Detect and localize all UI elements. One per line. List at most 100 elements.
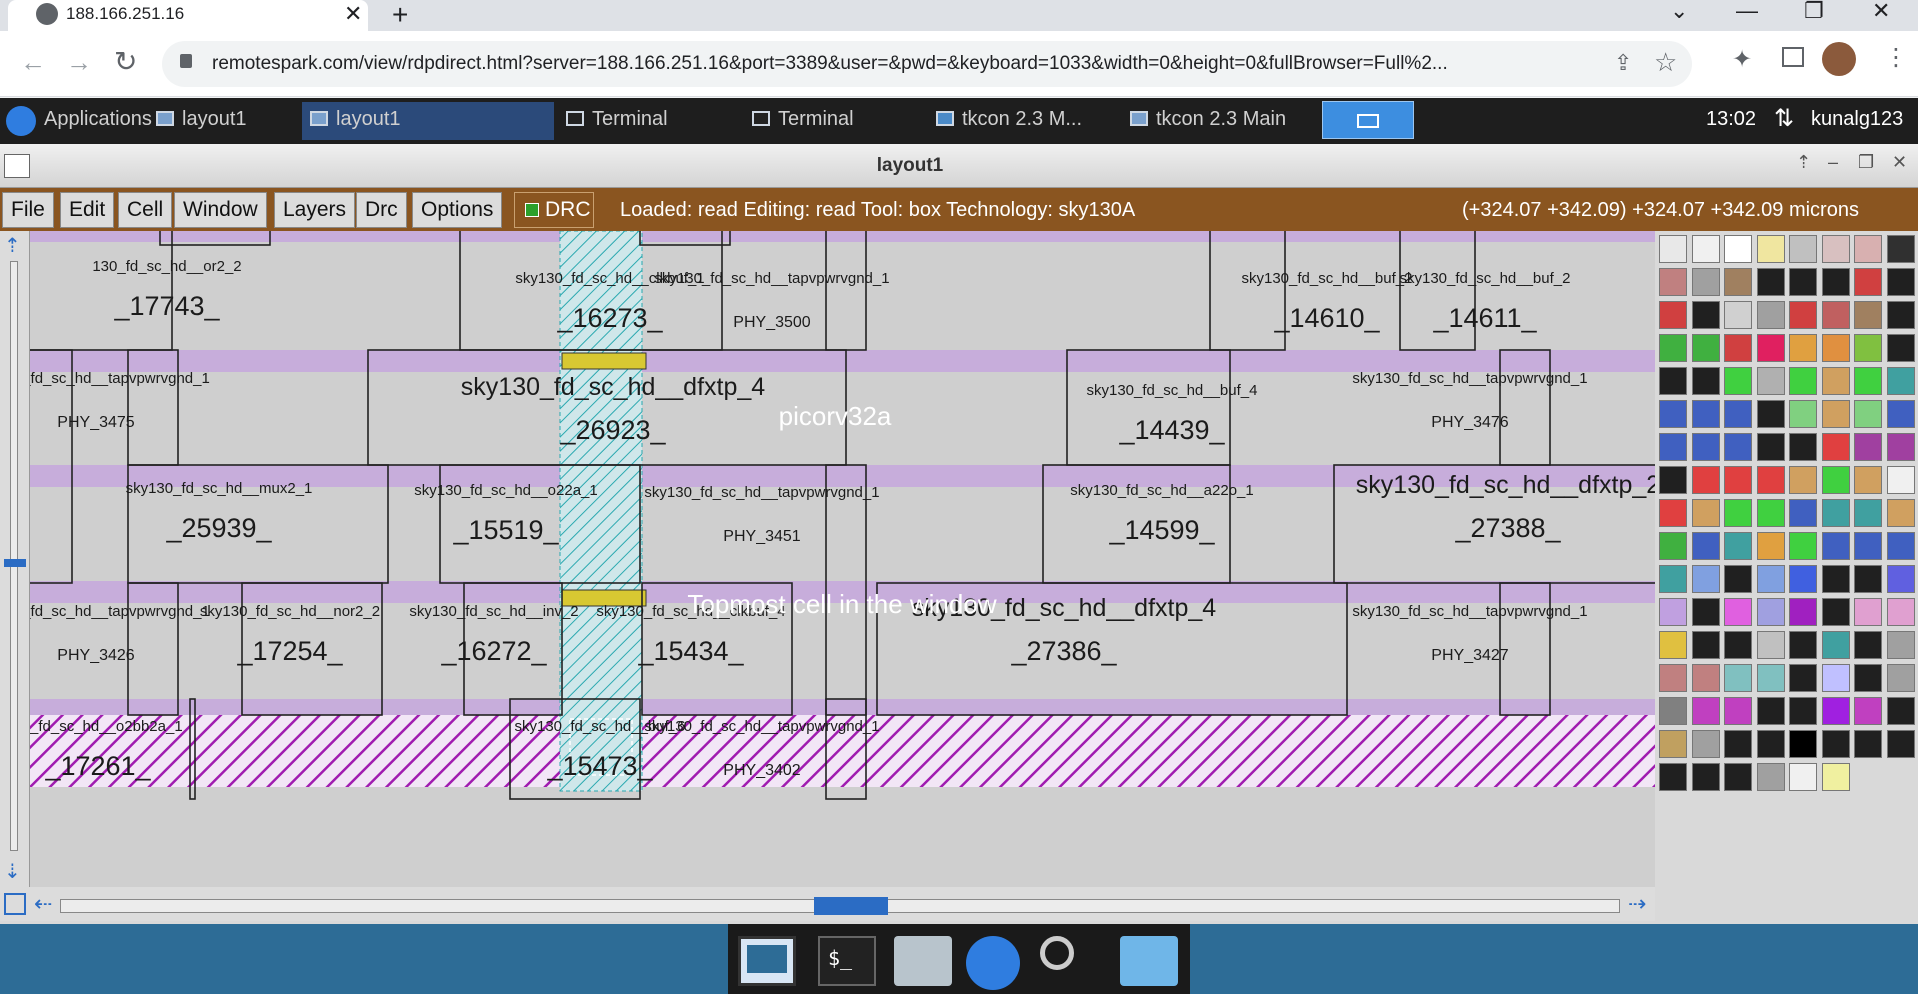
vertical-track[interactable] bbox=[10, 261, 18, 851]
layer-swatch[interactable] bbox=[1756, 697, 1785, 725]
layer-swatch[interactable] bbox=[1756, 565, 1785, 593]
layer-swatch[interactable] bbox=[1756, 631, 1785, 659]
layer-swatch[interactable] bbox=[1724, 400, 1752, 428]
layer-swatch[interactable] bbox=[1691, 730, 1720, 758]
layer-swatch[interactable] bbox=[1756, 730, 1785, 758]
layer-swatch[interactable] bbox=[1821, 268, 1850, 296]
layer-swatch[interactable] bbox=[1886, 664, 1915, 692]
layer-swatch[interactable] bbox=[1659, 697, 1687, 725]
bookmark-star-icon[interactable]: ☆ bbox=[1654, 47, 1677, 78]
user-name[interactable]: kunalg123 bbox=[1811, 108, 1903, 131]
horizontal-scrollbar[interactable]: ⇠ ⇢ bbox=[0, 887, 1655, 921]
menu-window[interactable]: Window bbox=[174, 192, 267, 228]
layer-swatch[interactable] bbox=[1756, 235, 1785, 263]
workspace-switcher[interactable] bbox=[1322, 101, 1414, 139]
layer-swatch[interactable] bbox=[1724, 532, 1752, 560]
layer-swatch[interactable] bbox=[1659, 532, 1687, 560]
menu-edit[interactable]: Edit bbox=[60, 192, 115, 228]
menu-file[interactable]: File bbox=[2, 192, 54, 228]
url-text[interactable]: remotespark.com/view/rdpdirect.html?serv… bbox=[212, 53, 1652, 75]
restore-button[interactable]: ❐ bbox=[1804, 0, 1824, 24]
layer-swatch[interactable] bbox=[1724, 598, 1752, 626]
layer-swatch[interactable] bbox=[1821, 466, 1850, 494]
layer-swatch[interactable] bbox=[1789, 730, 1817, 758]
horizontal-thumb[interactable] bbox=[814, 897, 888, 915]
layer-swatch[interactable] bbox=[1724, 433, 1752, 461]
layer-swatch[interactable] bbox=[1854, 598, 1882, 626]
scroll-up-icon[interactable]: ⇡ bbox=[4, 233, 26, 257]
layer-swatch[interactable] bbox=[1724, 334, 1752, 362]
layer-swatch[interactable] bbox=[1691, 565, 1720, 593]
layer-swatch[interactable] bbox=[1724, 697, 1752, 725]
scroll-down-icon[interactable]: ⇣ bbox=[4, 859, 26, 883]
layer-swatch[interactable] bbox=[1854, 532, 1882, 560]
layer-swatch[interactable] bbox=[1789, 301, 1817, 329]
layer-swatch[interactable] bbox=[1756, 367, 1785, 395]
layer-swatch[interactable] bbox=[1756, 466, 1785, 494]
layout-drawing[interactable]: 130_fd_sc_hd__or2_2 _17743_ sky130_fd_sc_h… bbox=[30, 231, 1655, 887]
layer-swatch[interactable] bbox=[1724, 268, 1752, 296]
omnibox[interactable]: remotespark.com/view/rdpdirect.html?serv… bbox=[162, 41, 1692, 87]
layer-swatch[interactable] bbox=[1659, 433, 1687, 461]
layer-swatch[interactable] bbox=[1789, 466, 1817, 494]
window-titlebar[interactable]: layout1 ⇡ – ❐ ✕ bbox=[0, 144, 1918, 188]
layer-swatch[interactable] bbox=[1724, 763, 1752, 791]
layer-swatch[interactable] bbox=[1854, 235, 1882, 263]
layer-swatch[interactable] bbox=[1789, 334, 1817, 362]
layer-swatch[interactable] bbox=[1821, 433, 1850, 461]
layer-swatch[interactable] bbox=[1821, 334, 1850, 362]
layer-swatch[interactable] bbox=[1659, 730, 1687, 758]
layer-swatch[interactable] bbox=[1659, 598, 1687, 626]
menu-cell[interactable]: Cell bbox=[118, 192, 173, 228]
layer-swatch[interactable] bbox=[1756, 532, 1785, 560]
layer-swatch[interactable] bbox=[1789, 400, 1817, 428]
desktop-icon[interactable] bbox=[738, 936, 796, 986]
layer-swatch[interactable] bbox=[1691, 268, 1720, 296]
layer-swatch[interactable] bbox=[1724, 565, 1752, 593]
menu-options[interactable]: Options bbox=[412, 192, 503, 228]
layer-swatch[interactable] bbox=[1659, 763, 1687, 791]
layer-swatch[interactable] bbox=[1724, 730, 1752, 758]
taskbar-item-terminal-2[interactable]: Terminal bbox=[744, 102, 924, 140]
drc-toggle[interactable]: DRC bbox=[514, 192, 594, 228]
layer-swatch[interactable] bbox=[1724, 301, 1752, 329]
scroll-right-icon[interactable]: ⇢ bbox=[1628, 891, 1646, 917]
layer-swatch[interactable] bbox=[1821, 400, 1850, 428]
layer-swatch[interactable] bbox=[1724, 631, 1752, 659]
layer-swatch[interactable] bbox=[1659, 334, 1687, 362]
tab-close-icon[interactable]: ✕ bbox=[344, 1, 362, 27]
profile-avatar[interactable] bbox=[1822, 42, 1856, 76]
back-button[interactable]: ← bbox=[20, 47, 46, 78]
layer-swatch[interactable] bbox=[1789, 532, 1817, 560]
layer-swatch[interactable] bbox=[1886, 367, 1915, 395]
minimize-button[interactable]: — bbox=[1736, 0, 1758, 24]
layer-swatch[interactable] bbox=[1886, 730, 1915, 758]
layer-swatch[interactable] bbox=[1821, 598, 1850, 626]
layer-swatch[interactable] bbox=[1886, 499, 1915, 527]
layer-swatch[interactable] bbox=[1821, 301, 1850, 329]
layer-swatch[interactable] bbox=[1821, 499, 1850, 527]
layer-swatch[interactable] bbox=[1756, 400, 1785, 428]
layer-swatch[interactable] bbox=[1886, 301, 1915, 329]
layer-swatch[interactable] bbox=[1756, 433, 1785, 461]
side-panel-icon[interactable] bbox=[1782, 47, 1804, 67]
terminal-icon[interactable]: $_ bbox=[818, 936, 876, 986]
layer-swatch[interactable] bbox=[1691, 532, 1720, 560]
layer-swatch[interactable] bbox=[1659, 565, 1687, 593]
layer-swatch[interactable] bbox=[1756, 664, 1785, 692]
layer-swatch[interactable] bbox=[1821, 235, 1850, 263]
close-button[interactable]: ✕ bbox=[1892, 152, 1907, 173]
layer-swatch[interactable] bbox=[1789, 664, 1817, 692]
layer-swatch[interactable] bbox=[1854, 466, 1882, 494]
layout-canvas[interactable]: 130_fd_sc_hd__or2_2 _17743_ sky130_fd_sc_h… bbox=[30, 231, 1655, 887]
reload-button[interactable]: ↻ bbox=[114, 45, 137, 78]
extensions-icon[interactable]: ✦ bbox=[1732, 45, 1752, 74]
menu-layers[interactable]: Layers bbox=[274, 192, 356, 228]
files-icon[interactable] bbox=[1120, 936, 1178, 986]
minimize-button[interactable]: – bbox=[1828, 152, 1838, 173]
layer-swatch[interactable] bbox=[1659, 466, 1687, 494]
tab-search-icon[interactable]: ⌄ bbox=[1670, 0, 1688, 24]
layer-swatch[interactable] bbox=[1659, 499, 1687, 527]
layer-swatch[interactable] bbox=[1789, 565, 1817, 593]
layer-swatch[interactable] bbox=[1886, 433, 1915, 461]
